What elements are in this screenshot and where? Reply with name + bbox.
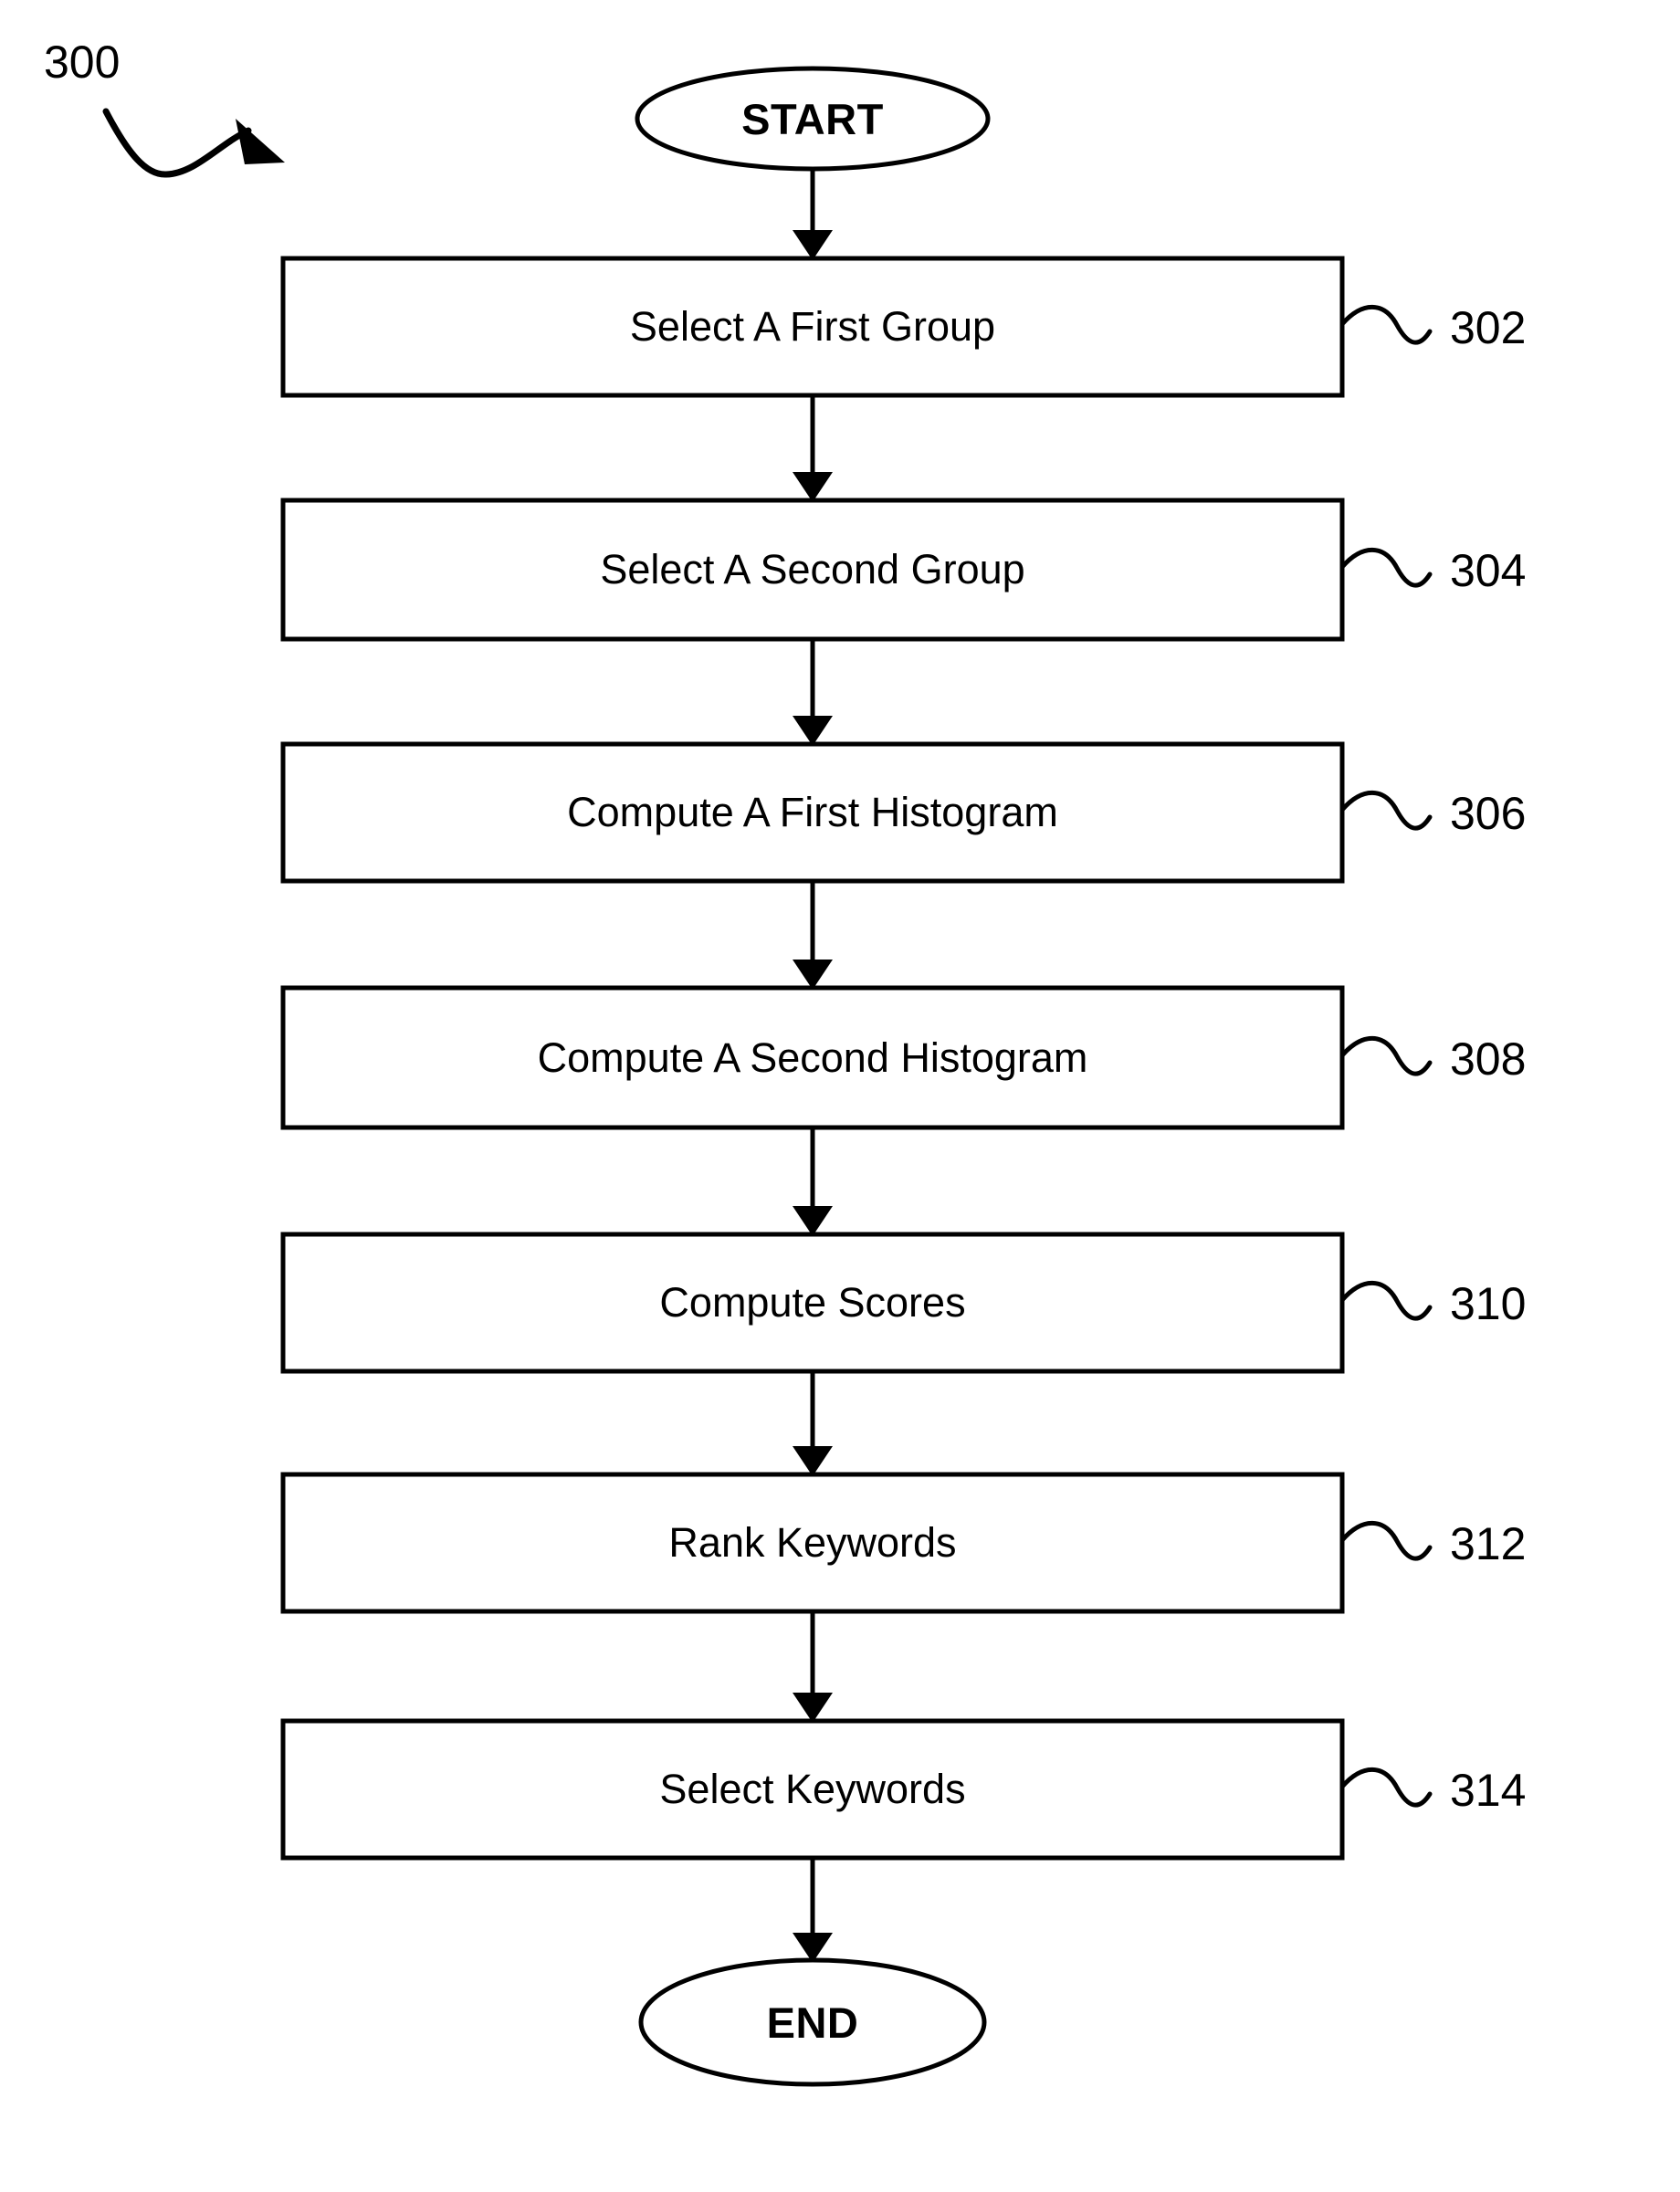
node-step-312[interactable]: Rank Keywords <box>280 1472 1345 1614</box>
ref-number-308: 308 <box>1450 1033 1526 1085</box>
node-step-302[interactable]: Select A First Group <box>280 256 1345 398</box>
ref-number-310: 310 <box>1450 1278 1526 1329</box>
node-start[interactable]: START <box>635 66 991 172</box>
figure-number-300: 300 <box>44 37 120 88</box>
leader-310: 310 <box>1339 1278 1526 1329</box>
ref-number-302: 302 <box>1450 302 1526 353</box>
connector-314-to-end <box>793 1858 833 1963</box>
step-306-label: Compute A First Histogram <box>567 789 1058 835</box>
connector-304-to-306 <box>793 639 833 746</box>
ref-number-306: 306 <box>1450 788 1526 839</box>
step-310-label: Compute Scores <box>659 1279 965 1326</box>
flowchart-diagram: 300 START Select A First Group 302 Selec… <box>44 37 1526 2087</box>
connector-302-to-304 <box>793 395 833 502</box>
ref-number-314: 314 <box>1450 1765 1526 1816</box>
connector-308-to-310 <box>793 1127 833 1236</box>
ref-number-304: 304 <box>1450 545 1526 596</box>
step-302-label: Select A First Group <box>630 303 995 350</box>
step-304-label: Select A Second Group <box>600 546 1024 593</box>
connector-306-to-308 <box>793 881 833 990</box>
step-314-label: Select Keywords <box>659 1766 965 1812</box>
leader-302: 302 <box>1339 302 1526 353</box>
node-step-308[interactable]: Compute A Second Histogram <box>280 985 1345 1130</box>
leader-312: 312 <box>1339 1518 1526 1569</box>
leader-308: 308 <box>1339 1033 1526 1085</box>
leader-304: 304 <box>1339 545 1526 596</box>
figure-canvas: 300 START Select A First Group 302 Selec… <box>0 0 1680 2192</box>
step-308-label: Compute A Second Histogram <box>538 1034 1088 1081</box>
node-step-314[interactable]: Select Keywords <box>280 1718 1345 1861</box>
end-label: END <box>767 1998 859 2047</box>
figure-pointer-arrow <box>102 108 285 178</box>
leader-314: 314 <box>1339 1765 1526 1816</box>
node-step-310[interactable]: Compute Scores <box>280 1232 1345 1374</box>
node-end[interactable]: END <box>638 1957 987 2087</box>
node-step-304[interactable]: Select A Second Group <box>280 498 1345 642</box>
connector-start-to-302 <box>793 170 833 260</box>
connector-310-to-312 <box>793 1371 833 1476</box>
leader-306: 306 <box>1339 788 1526 839</box>
ref-number-312: 312 <box>1450 1518 1526 1569</box>
step-312-label: Rank Keywords <box>668 1519 956 1566</box>
node-step-306[interactable]: Compute A First Histogram <box>280 741 1345 884</box>
start-label: START <box>741 95 884 143</box>
connector-312-to-314 <box>793 1611 833 1723</box>
